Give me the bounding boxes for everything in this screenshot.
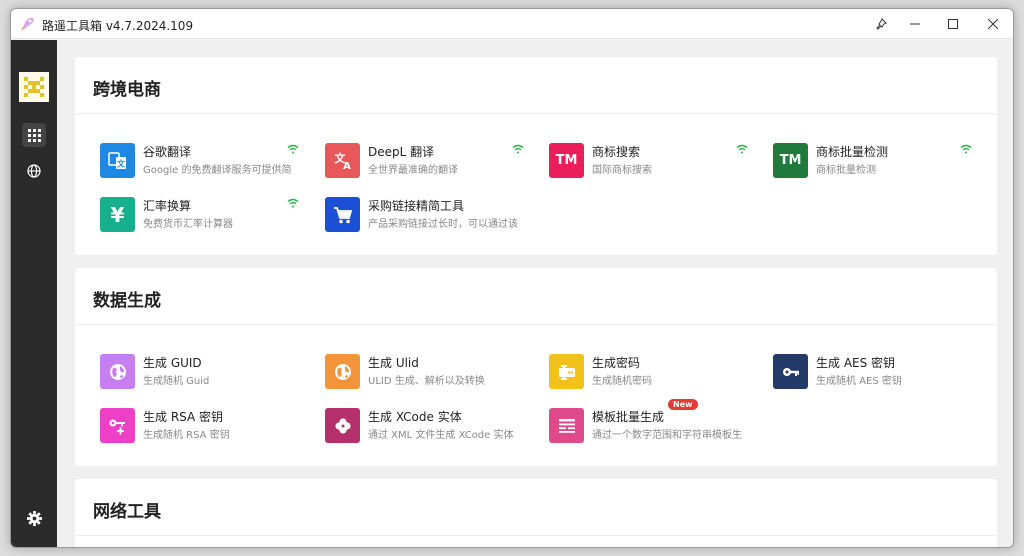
wifi-icon [736,144,748,154]
window-title: 路遥工具箱 v4.7.2024.109 [42,19,194,33]
globe-icon [100,354,135,389]
tool-purchase-link-shortener[interactable]: 采购链接精简工具 产品采购链接过长时，可以通过该 [318,194,528,234]
sidebar-web-button[interactable] [22,159,46,183]
tool-name: 生成 RSA 密钥 [143,410,224,424]
tool-generate-guid[interactable]: 生成 GUID 生成随机 Guid [93,351,303,391]
tool-deepl-translate[interactable]: 文A DeepL 翻译 全世界最准确的翻译 [318,140,528,180]
tool-generate-xcode-entity[interactable]: 生成 XCode 实体 通过 XML 文件生成 XCode 实体 [318,405,528,445]
new-badge: New [668,399,698,410]
tm-icon: TM [549,143,584,178]
maximize-button[interactable] [935,9,971,39]
tool-trademark-search[interactable]: TM 商标搜索 国际商标搜索 [542,140,752,180]
tool-template-batch-generate[interactable]: 模板批量生成 通过一个数字范围和字符串模板生 New [542,399,752,445]
pin-button[interactable] [863,9,899,39]
tool-currency-convert[interactable]: ¥ 汇率换算 免费货币汇率计算器 [93,194,303,234]
section-card-data-generation: 数据生成 生成 GUID 生成随机 Guid 生成 Ulid ULID 生成、解… [75,268,997,466]
maximize-icon [948,19,958,29]
tool-description: 国际商标搜索 [592,165,652,176]
close-icon [988,19,998,29]
tool-name: 汇率换算 [143,199,192,213]
tool-description: 生成随机 AES 密钥 [816,376,902,387]
section-card-network-tools: 网络工具 [75,479,997,547]
section-title: 数据生成 [93,291,161,311]
wifi-icon [287,144,299,154]
globe-icon [325,354,360,389]
sidebar [11,40,57,547]
tool-google-translate[interactable]: 文 谷歌翻译 Google 的免费翻译服务可提供简 [93,140,303,180]
translate-icon: 文 [100,143,135,178]
sidebar-apps-button[interactable] [22,123,46,147]
tool-trademark-batch[interactable]: TM 商标批量检测 商标批量检测 [766,140,976,180]
tool-description: 通过 XML 文件生成 XCode 实体 [368,430,514,441]
tool-name: 生成 AES 密钥 [816,356,896,370]
tool-generate-aes-key[interactable]: 生成 AES 密钥 生成随机 AES 密钥 [766,351,976,391]
tool-description: 全世界最准确的翻译 [368,165,458,176]
main-content: 跨境电商 文 谷歌翻译 Google 的免费翻译服务可提供简 文A DeepL … [57,40,1013,547]
sidebar-settings-button[interactable] [22,506,46,530]
template-icon [549,408,584,443]
divider [75,324,997,325]
title-bar: 路遥工具箱 v4.7.2024.109 [11,9,1013,39]
tool-description: 生成随机密码 [592,376,652,387]
avatar[interactable] [19,72,49,102]
tool-description: 通过一个数字范围和字符串模板生 [592,430,742,441]
app-logo-icon [21,17,34,30]
tool-name: 商标搜索 [592,145,641,159]
wifi-icon [287,198,299,208]
tool-name: 生成 GUID [143,356,202,370]
app-window: 路遥工具箱 v4.7.2024.109 跨境电商 文 谷歌翻译 Google 的… [10,8,1014,548]
tool-name: 谷歌翻译 [143,145,192,159]
wifi-icon [512,144,524,154]
tool-description: ULID 生成、解析以及转换 [368,376,485,387]
tool-name: DeepL 翻译 [368,145,435,159]
section-title: 跨境电商 [93,80,161,100]
clover-icon [325,408,360,443]
section-card-cross-border: 跨境电商 文 谷歌翻译 Google 的免费翻译服务可提供简 文A DeepL … [75,57,997,255]
apps-grid-icon [27,128,41,142]
tool-generate-rsa-key[interactable]: 生成 RSA 密钥 生成随机 RSA 密钥 [93,405,303,445]
translate-ai-icon: 文A [325,143,360,178]
minimize-button[interactable] [897,9,933,39]
tool-description: 生成随机 RSA 密钥 [143,430,230,441]
key-plus-icon [100,408,135,443]
tool-name: 采购链接精简工具 [368,199,465,213]
yen-icon: ¥ [100,197,135,232]
tool-generate-password[interactable]: 生成密码 生成随机密码 [542,351,752,391]
section-title: 网络工具 [93,502,161,522]
tool-name: 生成 XCode 实体 [368,410,462,424]
globe-icon [27,164,41,178]
wifi-icon [960,144,972,154]
tool-description: 免费货币汇率计算器 [143,219,233,230]
svg-text:文: 文 [117,158,126,168]
gear-icon [26,510,42,526]
tool-description: Google 的免费翻译服务可提供简 [143,165,292,176]
key-icon [773,354,808,389]
divider [75,535,997,536]
minimize-icon [910,23,920,25]
cart-icon [325,197,360,232]
password-icon [549,354,584,389]
tool-generate-ulid[interactable]: 生成 Ulid ULID 生成、解析以及转换 [318,351,528,391]
close-button[interactable] [975,9,1011,39]
tool-name: 商标批量检测 [816,145,889,159]
divider [75,113,997,114]
tool-name: 生成 Ulid [368,356,419,370]
tool-name: 模板批量生成 [592,410,665,424]
tool-name: 生成密码 [592,356,641,370]
tool-description: 生成随机 Guid [143,376,210,387]
tool-description: 产品采购链接过长时，可以通过该 [368,219,518,230]
tool-description: 商标批量检测 [816,165,876,176]
pin-icon [876,18,887,30]
tm-icon: TM [773,143,808,178]
svg-text:A: A [343,161,351,171]
